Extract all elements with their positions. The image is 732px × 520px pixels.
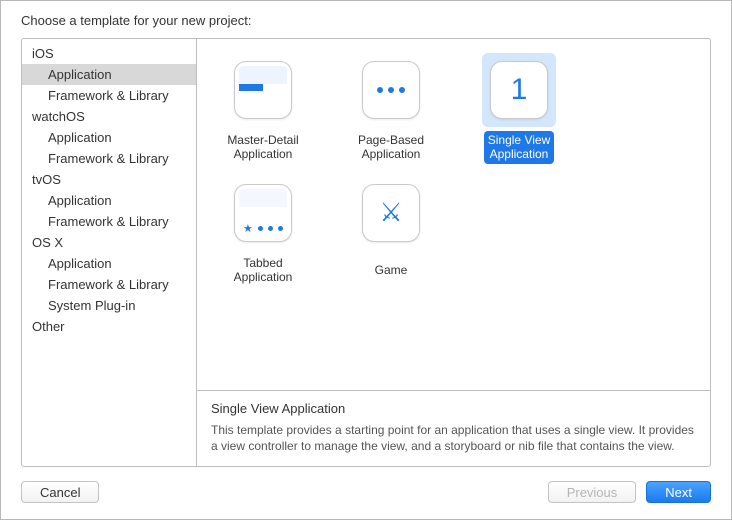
content-pane: iOS Application Framework & Library watc… xyxy=(21,38,711,467)
template-label: Page-Based Application xyxy=(354,131,428,164)
description-title: Single View Application xyxy=(211,401,696,416)
main-pane: Master-Detail Application Page-Based App… xyxy=(197,39,710,466)
sidebar-item-watchos-framework[interactable]: Framework & Library xyxy=(22,148,196,169)
header-title: Choose a template for your new project: xyxy=(21,13,252,28)
template-grid: Master-Detail Application Page-Based App… xyxy=(197,39,710,390)
sidebar-group-ios[interactable]: iOS xyxy=(22,43,196,64)
sidebar-item-tvos-framework[interactable]: Framework & Library xyxy=(22,211,196,232)
template-tabbed[interactable]: ★ Tabbed Application xyxy=(213,176,313,287)
template-game[interactable]: ⚔ Game xyxy=(341,176,441,287)
sidebar-group-tvos[interactable]: tvOS xyxy=(22,169,196,190)
sidebar-item-ios-framework[interactable]: Framework & Library xyxy=(22,85,196,106)
sidebar-item-tvos-application[interactable]: Application xyxy=(22,190,196,211)
template-label: Single View Application xyxy=(484,131,554,164)
sidebar-group-other[interactable]: Other xyxy=(22,316,196,337)
sidebar-item-osx-framework[interactable]: Framework & Library xyxy=(22,274,196,295)
game-icon: ⚔ xyxy=(354,176,428,250)
template-page-based[interactable]: Page-Based Application xyxy=(341,53,441,164)
template-single-view[interactable]: 1 Single View Application xyxy=(469,53,569,164)
tabbed-icon: ★ xyxy=(226,176,300,250)
page-based-icon xyxy=(354,53,428,127)
template-label: Game xyxy=(371,254,412,286)
template-label: Tabbed Application xyxy=(230,254,297,287)
next-button[interactable]: Next xyxy=(646,481,711,503)
cancel-button[interactable]: Cancel xyxy=(21,481,99,503)
sidebar-group-osx[interactable]: OS X xyxy=(22,232,196,253)
header: Choose a template for your new project: xyxy=(1,1,731,38)
sidebar-item-watchos-application[interactable]: Application xyxy=(22,127,196,148)
description-body: This template provides a starting point … xyxy=(211,422,696,454)
sidebar-item-osx-plugin[interactable]: System Plug-in xyxy=(22,295,196,316)
description-panel: Single View Application This template pr… xyxy=(197,390,710,466)
footer: Cancel Previous Next xyxy=(1,467,731,519)
template-label: Master-Detail Application xyxy=(223,131,302,164)
template-master-detail[interactable]: Master-Detail Application xyxy=(213,53,313,164)
single-view-icon: 1 xyxy=(482,53,556,127)
previous-button[interactable]: Previous xyxy=(548,481,637,503)
sidebar: iOS Application Framework & Library watc… xyxy=(22,39,197,466)
master-detail-icon xyxy=(226,53,300,127)
template-chooser-window: Choose a template for your new project: … xyxy=(0,0,732,520)
sidebar-group-watchos[interactable]: watchOS xyxy=(22,106,196,127)
sidebar-item-ios-application[interactable]: Application xyxy=(22,64,196,85)
sidebar-item-osx-application[interactable]: Application xyxy=(22,253,196,274)
